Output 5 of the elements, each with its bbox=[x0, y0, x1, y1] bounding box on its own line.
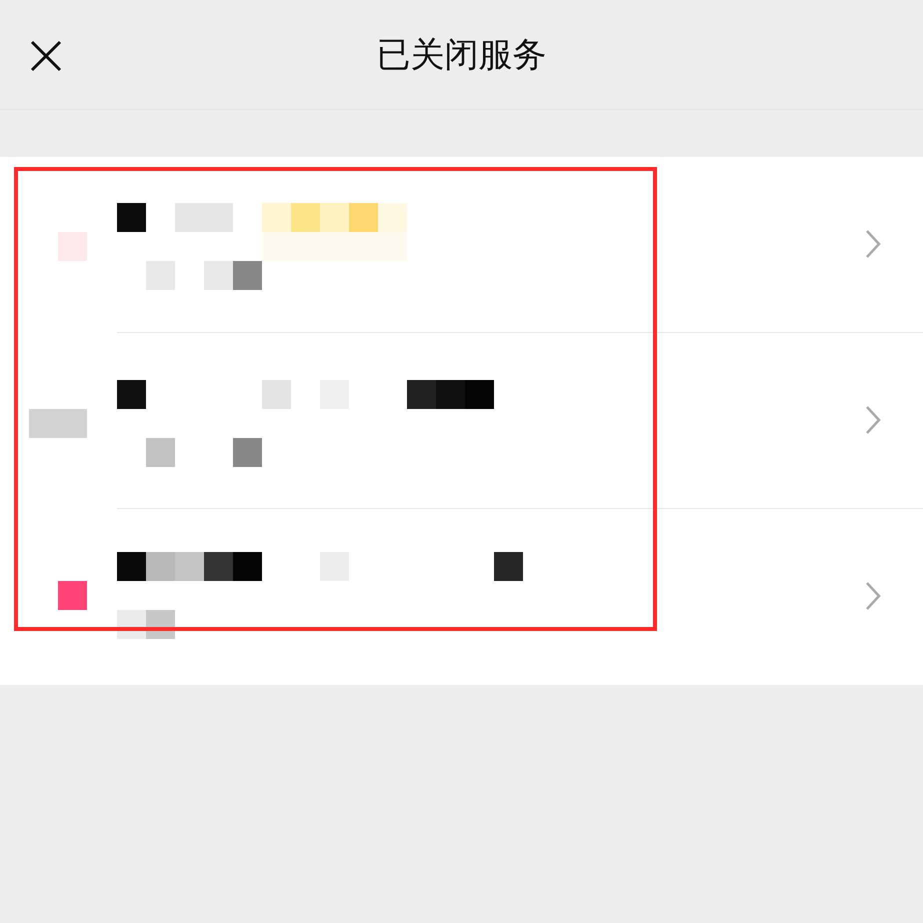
chevron-right-icon[interactable] bbox=[865, 229, 881, 259]
close-icon[interactable] bbox=[30, 40, 62, 72]
page-title: 已关闭服务 bbox=[376, 34, 546, 76]
chevron-right-icon[interactable] bbox=[865, 581, 881, 611]
chevron-right-icon[interactable] bbox=[865, 405, 881, 435]
